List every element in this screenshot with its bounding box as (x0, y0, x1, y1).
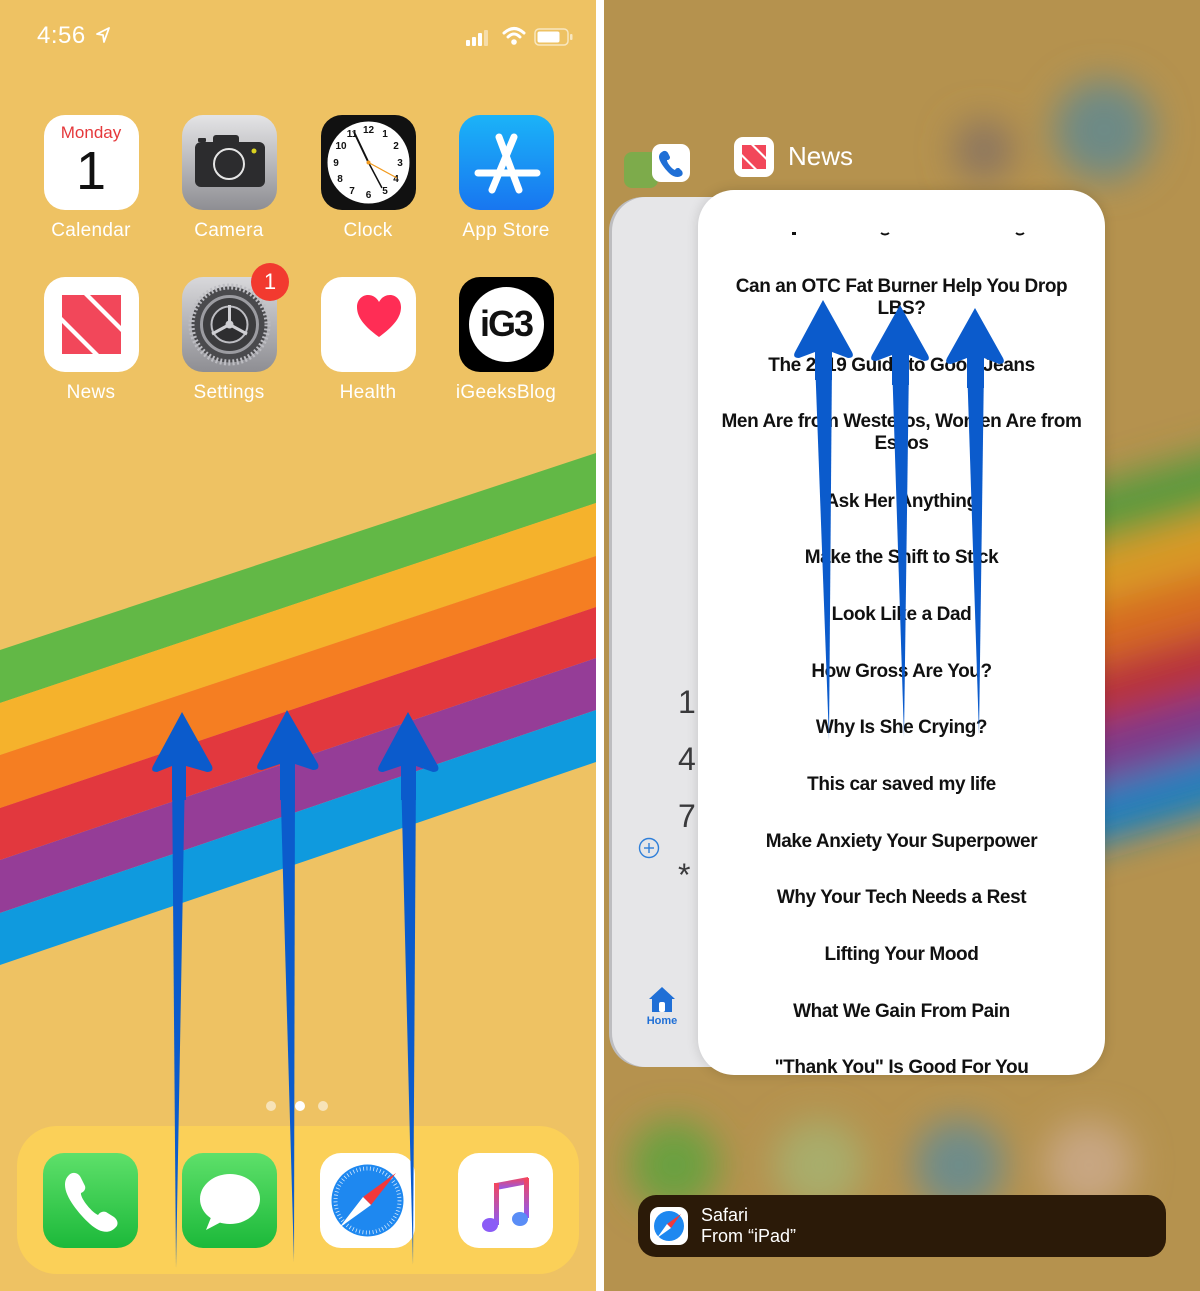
news-icon (43, 277, 139, 372)
messages-icon[interactable] (182, 1153, 277, 1248)
app-app-store[interactable]: App Store (436, 115, 576, 242)
app-label: App Store (462, 220, 550, 241)
headline[interactable]: Make Anxiety Your Superpower (718, 831, 1085, 853)
page-dot[interactable] (266, 1101, 276, 1111)
headline[interactable]: What We Gain From Pain (718, 1001, 1085, 1023)
wifi-icon (502, 27, 526, 45)
handoff-banner[interactable]: Safari From “iPad” (638, 1195, 1166, 1257)
calendar-date: 1 (75, 141, 107, 201)
igeeksblog-logo-text: iG3 (479, 303, 534, 344)
page-indicator[interactable] (266, 1101, 336, 1113)
app-igeeksblog[interactable]: iG3 iGeeksBlog (436, 277, 576, 404)
safari-compass-icon (650, 1207, 688, 1245)
headline[interactable]: Lifting Your Mood (718, 944, 1085, 966)
headline[interactable]: Make the Shift to Stick (718, 547, 1085, 569)
svg-text:1: 1 (382, 129, 388, 140)
app-label: News (66, 382, 116, 403)
current-app-name: News (788, 141, 854, 171)
location-arrow-icon (96, 27, 110, 43)
app-calendar[interactable]: Monday 1 Calendar (21, 115, 161, 242)
camera-icon (181, 115, 277, 210)
cellular-signal-icon (466, 30, 488, 46)
notification-badge: 1 (251, 263, 289, 301)
keypad-key[interactable]: * (678, 857, 690, 894)
svg-text:2: 2 (393, 141, 399, 152)
svg-text:6: 6 (365, 190, 371, 201)
news-icon (734, 137, 774, 177)
calendar-day: Monday (60, 123, 122, 142)
svg-text:3: 3 (397, 158, 403, 169)
calendar-icon: Monday 1 (43, 115, 139, 210)
news-app-card[interactable]: Can an OTC Fat Burner Help You Drop LBS?… (698, 190, 1105, 1075)
dock (17, 1126, 579, 1274)
headline[interactable]: Why Is She Crying? (718, 717, 1085, 739)
safari-compass-icon[interactable] (320, 1153, 415, 1248)
app-store-icon (458, 115, 554, 210)
page-dot[interactable] (318, 1101, 328, 1111)
svg-text:4: 4 (393, 174, 399, 185)
add-circle-icon[interactable] (638, 837, 660, 859)
status-time: 4:56 (37, 22, 86, 49)
app-news[interactable]: News (21, 277, 161, 404)
svg-text:12: 12 (362, 125, 374, 136)
tab-home[interactable]: Home (638, 985, 686, 1027)
keypad-key[interactable]: 4 (678, 741, 696, 778)
headline[interactable]: How Gross Are You? (718, 661, 1085, 683)
keypad-key[interactable]: 1 (678, 684, 696, 721)
home-icon (649, 987, 675, 1012)
headline[interactable]: Look Like a Dad (718, 604, 1085, 626)
headline[interactable]: "Thank You" Is Good For You (718, 1057, 1085, 1075)
svg-text:10: 10 (335, 141, 347, 152)
app-switcher: 1 4 7 * Home News Can an OTC Fat Burner … (604, 0, 1200, 1291)
app-settings[interactable]: 1 Settings (159, 263, 299, 404)
app-label: Clock (343, 220, 393, 241)
handoff-app-name: Safari (701, 1205, 749, 1225)
app-label: iGeeksBlog (455, 382, 557, 403)
clock-icon: 12 1 2 345 678 9 10 11 (320, 115, 416, 210)
headline[interactable]: Ask Her Anything (718, 491, 1085, 513)
keypad-key[interactable]: 7 (678, 798, 696, 835)
headline[interactable]: Why Your Tech Needs a Rest (718, 887, 1085, 909)
headline[interactable]: Can an OTC Fat Burner Help You Drop LBS? (718, 276, 1085, 320)
headline[interactable]: This car saved my life (718, 774, 1085, 796)
app-clock[interactable]: 12 1 2 345 678 9 10 11 Clock (298, 115, 438, 242)
headline[interactable]: The 2019 Guide to Good Jeans (718, 355, 1085, 377)
app-label: Calendar (51, 220, 131, 241)
app-label: Camera (194, 220, 264, 241)
svg-text:7: 7 (349, 186, 355, 197)
music-note-icon[interactable] (458, 1153, 553, 1248)
battery-icon (534, 28, 573, 46)
health-heart-icon (320, 277, 416, 372)
tab-home-label: Home (646, 1015, 678, 1027)
app-label: Health (339, 382, 397, 403)
svg-text:5: 5 (382, 186, 388, 197)
page-dot-current[interactable] (295, 1101, 305, 1111)
panel-divider (596, 0, 604, 1291)
status-bar: 4:56 (0, 0, 596, 70)
home-screen: 4:56 Monday 1 Calendar Camera 12 1 2 3 4… (0, 0, 596, 1291)
phone-icon[interactable] (43, 1153, 138, 1248)
app-label: Settings (193, 382, 265, 403)
cropped-headline-fragment (792, 232, 1025, 236)
phone-app-icon[interactable] (652, 144, 690, 182)
svg-text:8: 8 (337, 174, 343, 185)
handoff-source: From “iPad” (701, 1226, 797, 1246)
app-health[interactable]: Health (298, 277, 438, 404)
igeeksblog-icon: iG3 (458, 277, 554, 372)
svg-text:9: 9 (333, 158, 339, 169)
headline[interactable]: Men Are from Westeros, Women Are from Es… (718, 411, 1085, 455)
app-camera[interactable]: Camera (159, 115, 299, 242)
